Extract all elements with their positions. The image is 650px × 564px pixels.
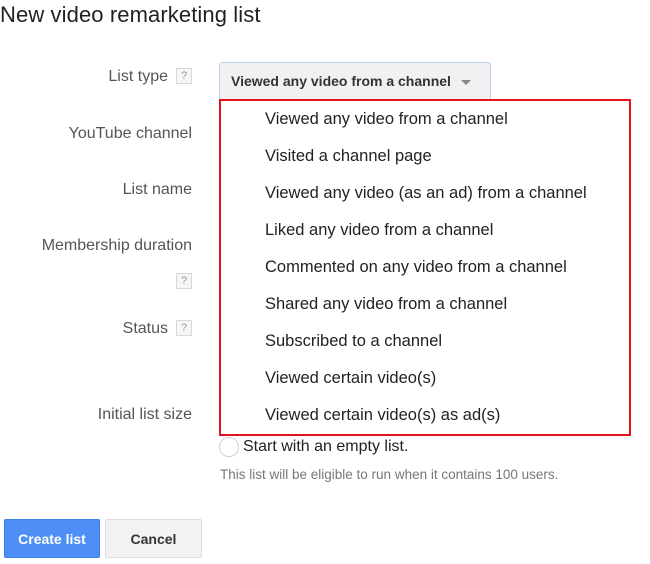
status-label-row: Status?	[123, 320, 192, 338]
page-title: New video remarketing list	[0, 2, 261, 27]
list-type-label-row: List type?	[108, 68, 192, 86]
membership-duration-label: Membership duration	[41, 237, 192, 254]
help-icon[interactable]: ?	[176, 273, 192, 289]
status-label: Status	[122, 320, 168, 337]
list-type-selected-value: Viewed any video from a channel	[231, 73, 451, 89]
menu-item-subscribed-to-channel[interactable]: Subscribed to a channel	[265, 332, 442, 351]
help-icon[interactable]: ?	[176, 320, 192, 336]
menu-item-viewed-certain-videos-as-ads[interactable]: Viewed certain video(s) as ad(s)	[265, 406, 500, 425]
caret-down-icon	[460, 79, 471, 85]
youtube-channel-label: YouTube channel	[68, 125, 192, 142]
menu-item-viewed-certain-videos[interactable]: Viewed certain video(s)	[265, 369, 436, 388]
menu-item-commented-on-any-video[interactable]: Commented on any video from a channel	[265, 258, 567, 277]
empty-list-option[interactable]: Start with an empty list.	[219, 437, 408, 457]
create-list-button[interactable]: Create list	[4, 519, 100, 558]
list-name-label: List name	[122, 181, 192, 198]
menu-item-shared-any-video[interactable]: Shared any video from a channel	[265, 295, 507, 314]
list-type-label: List type	[108, 68, 168, 85]
menu-item-viewed-any-video-as-ad[interactable]: Viewed any video (as an ad) from a chann…	[265, 184, 587, 203]
menu-item-visited-channel-page[interactable]: Visited a channel page	[265, 147, 432, 166]
help-icon[interactable]: ?	[176, 68, 192, 84]
cancel-button[interactable]: Cancel	[105, 519, 202, 558]
menu-item-viewed-any-video[interactable]: Viewed any video from a channel	[265, 110, 508, 129]
list-type-menu: Viewed any video from a channel Visited …	[219, 99, 631, 436]
eligibility-hint: This list will be eligible to run when i…	[220, 467, 559, 482]
empty-list-radio-label[interactable]: Start with an empty list.	[243, 438, 408, 456]
menu-item-liked-any-video[interactable]: Liked any video from a channel	[265, 221, 493, 240]
initial-list-size-label: Initial list size	[97, 406, 192, 423]
empty-list-radio[interactable]	[219, 437, 239, 457]
list-type-dropdown[interactable]: Viewed any video from a channel	[219, 62, 491, 99]
